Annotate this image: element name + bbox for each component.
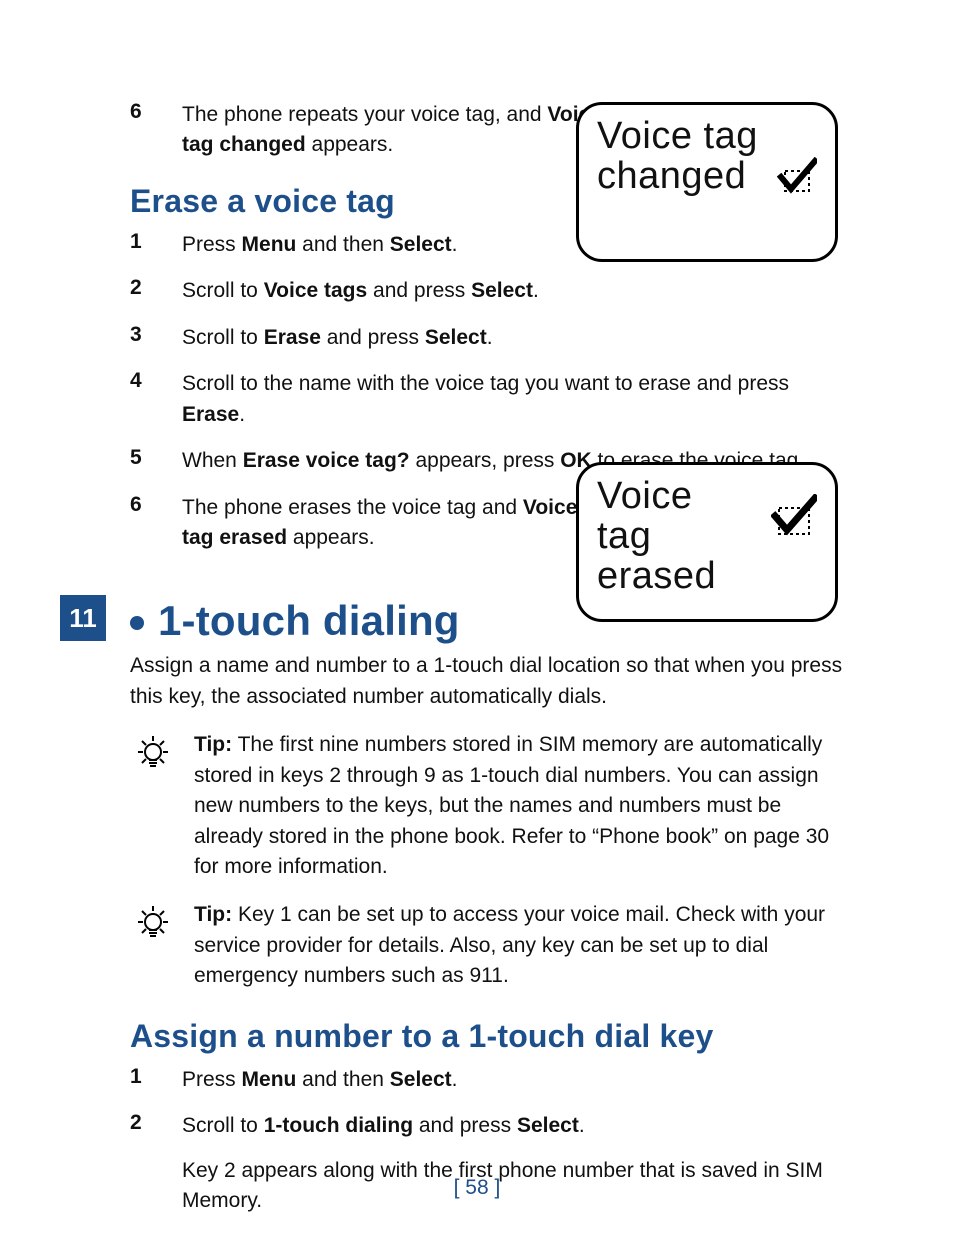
tip-block: Tip: Key 1 can be set up to access your … — [130, 900, 844, 991]
step-text: Scroll to the name with the voice tag yo… — [182, 369, 844, 430]
chapter-number: 11 — [69, 603, 97, 634]
step-number: 6 — [130, 493, 154, 554]
step-number: 4 — [130, 369, 154, 430]
step-number: 3 — [130, 323, 154, 353]
step-text: Scroll to Erase and press Select. — [182, 323, 844, 353]
step-number: 2 — [130, 1111, 154, 1216]
topic-title-text: 1-touch dialing — [158, 597, 460, 645]
step-text: Scroll to Voice tags and press Select. — [182, 276, 602, 306]
step-number: 1 — [130, 1065, 154, 1095]
step-item: 1 Press Menu and then Select. — [130, 1065, 844, 1095]
popup-line: Voice — [597, 477, 692, 517]
step-text: The phone repeats your voice tag, and Vo… — [182, 100, 602, 161]
topic-intro: Assign a name and number to a 1-touch di… — [130, 651, 844, 712]
step-item: 4 Scroll to the name with the voice tag … — [130, 369, 844, 430]
popup-voice-tag-changed: Voice tag changed — [576, 102, 838, 262]
lightbulb-icon — [130, 730, 176, 882]
tip-text: Tip: The first nine numbers stored in SI… — [194, 730, 844, 882]
step-number: 5 — [130, 446, 154, 476]
page-number: [ 58 ] — [0, 1176, 954, 1200]
section-heading-assign-1touch: Assign a number to a 1-touch dial key — [130, 1018, 844, 1055]
lightbulb-icon — [130, 900, 176, 991]
step-text: The phone erases the voice tag and Voice… — [182, 493, 592, 554]
popup-line: tag — [597, 517, 692, 557]
step-item: 2 Scroll to 1-touch dialing and press Se… — [130, 1111, 844, 1216]
bullet-icon — [130, 616, 144, 630]
checkmark-icon — [777, 157, 817, 197]
step-number: 1 — [130, 230, 154, 260]
tip-block: Tip: The first nine numbers stored in SI… — [130, 730, 844, 882]
step-text: Press Menu and then Select. — [182, 230, 602, 260]
checkmark-icon — [771, 494, 817, 540]
step-text: Scroll to 1-touch dialing and press Sele… — [182, 1111, 844, 1216]
popup-line: changed — [597, 157, 746, 197]
popup-line: erased — [597, 557, 817, 597]
step-number: 2 — [130, 276, 154, 306]
tip-text: Tip: Key 1 can be set up to access your … — [194, 900, 844, 991]
step-number: 6 — [130, 100, 154, 161]
step-item: 3 Scroll to Erase and press Select. — [130, 323, 844, 353]
popup-line: Voice tag — [597, 117, 817, 157]
popup-voice-tag-erased: Voice tag erased — [576, 462, 838, 622]
step-item: 2 Scroll to Voice tags and press Select. — [130, 276, 844, 306]
chapter-tab: 11 — [60, 595, 106, 641]
manual-page: 11 Voice tag changed Voice tag — [0, 0, 954, 1248]
step-text: Press Menu and then Select. — [182, 1065, 844, 1095]
